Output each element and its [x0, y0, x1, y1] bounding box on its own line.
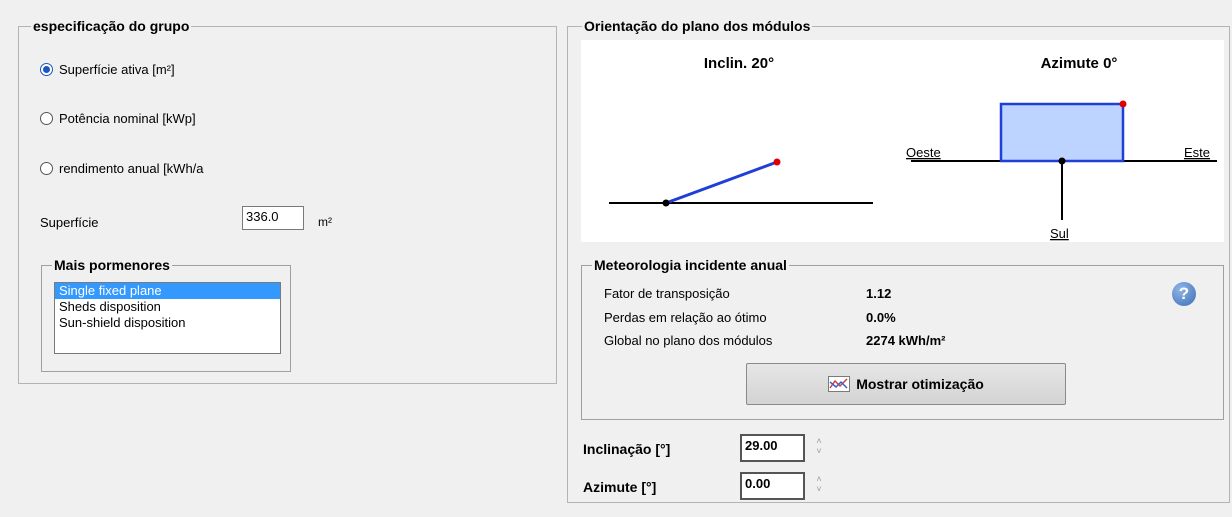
- show-optimization-button[interactable]: Mostrar otimização: [746, 363, 1066, 405]
- orientation-diagrams: Inclin. 20° Azimute 0° Oeste Este Sul: [609, 55, 1217, 241]
- meteo-row-value: 0.0%: [866, 310, 896, 325]
- list-item-sheds[interactable]: Sheds disposition: [55, 299, 280, 315]
- disposition-listbox[interactable]: Single fixed plane Sheds disposition Sun…: [54, 282, 281, 354]
- radio-active-surface[interactable]: Superfície ativa [m²]: [40, 62, 175, 77]
- meteo-row-label: Fator de transposição: [604, 286, 730, 301]
- tilt-input[interactable]: 29.00: [740, 434, 805, 462]
- azimuth-corner-dot: [1119, 100, 1127, 108]
- list-item-sun-shield[interactable]: Sun-shield disposition: [55, 315, 280, 331]
- meteo-row-label: Perdas em relação ao ótimo: [604, 310, 767, 325]
- radio-dot-annual-yield[interactable]: [40, 162, 53, 175]
- surface-label: Superfície: [40, 215, 99, 230]
- radio-label-active-surface: Superfície ativa [m²]: [59, 62, 175, 77]
- orientation-legend: Orientação do plano dos módulos: [584, 18, 811, 34]
- tilt-spin-down-icon[interactable]: ˅: [814, 446, 824, 456]
- details-legend: Mais pormenores: [54, 257, 170, 273]
- tilt-spin-up-icon[interactable]: ˄: [814, 436, 824, 446]
- azimuth-label: Azimute [°]: [583, 479, 657, 495]
- meteo-row-value: 2274 kWh/m²: [866, 333, 946, 348]
- meteo-row-value: 1.12: [866, 286, 892, 301]
- surface-input[interactable]: 336.0: [242, 206, 304, 230]
- azimuth-spin[interactable]: ˄ ˅: [814, 474, 824, 494]
- tilt-label: Inclinação [°]: [583, 441, 671, 457]
- tilt-title: Inclin. 20°: [704, 55, 774, 72]
- tilt-plane-line: [665, 160, 778, 205]
- azimuth-spin-up-icon[interactable]: ˄: [814, 474, 824, 484]
- show-optimization-label: Mostrar otimização: [856, 376, 984, 392]
- azimuth-title: Azimute 0°: [1041, 55, 1118, 72]
- radio-annual-yield[interactable]: rendimento anual [kWh/a: [40, 161, 204, 176]
- radio-label-annual-yield: rendimento anual [kWh/a: [59, 161, 204, 176]
- south-label: Sul: [1050, 226, 1069, 241]
- tilt-base-dot: [662, 199, 670, 207]
- orientation-drawing-area: Inclin. 20° Azimute 0° Oeste Este Sul: [581, 40, 1224, 242]
- azimuth-spin-down-icon[interactable]: ˅: [814, 484, 824, 494]
- east-label: Este: [1184, 145, 1210, 160]
- group-spec-legend: especificação do grupo: [33, 18, 190, 34]
- radio-dot-nominal-power[interactable]: [40, 112, 53, 125]
- radio-label-nominal-power: Potência nominal [kWp]: [59, 111, 196, 126]
- meteo-legend: Meteorologia incidente anual: [594, 257, 787, 273]
- west-label: Oeste: [906, 145, 941, 160]
- help-icon[interactable]: ?: [1172, 282, 1196, 306]
- tilt-spin[interactable]: ˄ ˅: [814, 436, 824, 456]
- radio-dot-active-surface[interactable]: [40, 63, 53, 76]
- chart-icon: [828, 376, 851, 392]
- azimuth-input[interactable]: 0.00: [740, 472, 805, 500]
- azimuth-center-dot: [1058, 157, 1066, 165]
- surface-unit: m²: [318, 215, 332, 229]
- tilt-end-dot: [773, 158, 781, 166]
- list-item-single-fixed[interactable]: Single fixed plane: [55, 283, 280, 299]
- meteo-row-label: Global no plano dos módulos: [604, 333, 773, 348]
- azimuth-plane-rect: [999, 102, 1125, 163]
- radio-nominal-power[interactable]: Potência nominal [kWp]: [40, 111, 196, 126]
